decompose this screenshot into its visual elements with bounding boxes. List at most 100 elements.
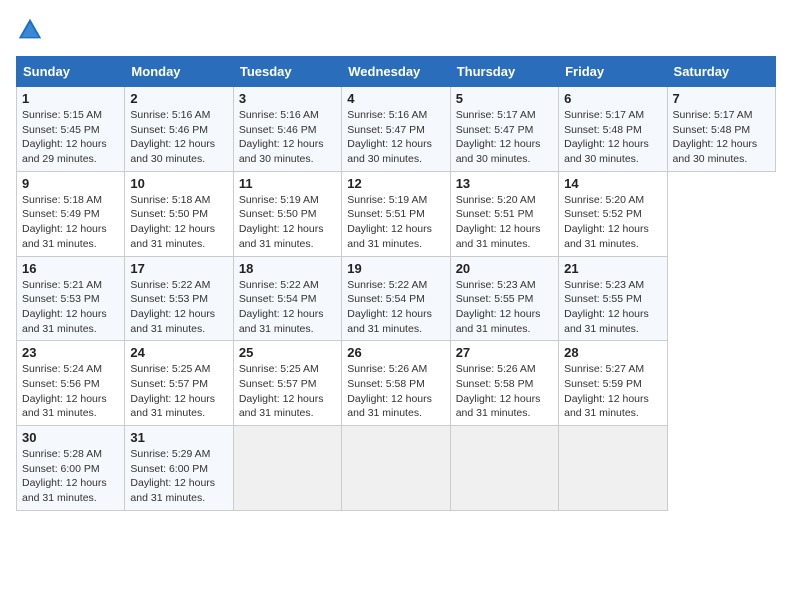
day-number: 23 (22, 345, 119, 360)
day-number: 24 (130, 345, 227, 360)
calendar-cell: 17 Sunrise: 5:22 AMSunset: 5:53 PMDayligh… (125, 256, 233, 341)
day-header-friday: Friday (559, 57, 667, 87)
day-detail: Sunrise: 5:21 AMSunset: 5:53 PMDaylight:… (22, 278, 119, 337)
day-detail: Sunrise: 5:22 AMSunset: 5:54 PMDaylight:… (347, 278, 444, 337)
calendar-header-row: SundayMondayTuesdayWednesdayThursdayFrid… (17, 57, 776, 87)
day-number: 26 (347, 345, 444, 360)
day-number: 16 (22, 261, 119, 276)
calendar-week-1: 1 Sunrise: 5:15 AMSunset: 5:45 PMDaylight… (17, 87, 776, 172)
page-header (16, 16, 776, 44)
day-number: 18 (239, 261, 336, 276)
calendar-cell: 10 Sunrise: 5:18 AMSunset: 5:50 PMDayligh… (125, 171, 233, 256)
day-detail: Sunrise: 5:26 AMSunset: 5:58 PMDaylight:… (347, 362, 444, 421)
day-number: 28 (564, 345, 661, 360)
calendar-cell (233, 426, 341, 511)
day-detail: Sunrise: 5:26 AMSunset: 5:58 PMDaylight:… (456, 362, 553, 421)
calendar-week-3: 16 Sunrise: 5:21 AMSunset: 5:53 PMDayligh… (17, 256, 776, 341)
day-number: 10 (130, 176, 227, 191)
day-number: 25 (239, 345, 336, 360)
day-detail: Sunrise: 5:16 AMSunset: 5:46 PMDaylight:… (239, 108, 336, 167)
calendar-cell: 19 Sunrise: 5:22 AMSunset: 5:54 PMDayligh… (342, 256, 450, 341)
day-detail: Sunrise: 5:23 AMSunset: 5:55 PMDaylight:… (456, 278, 553, 337)
logo-icon (16, 16, 44, 44)
day-detail: Sunrise: 5:29 AMSunset: 6:00 PMDaylight:… (130, 447, 227, 506)
day-number: 31 (130, 430, 227, 445)
calendar-cell: 27 Sunrise: 5:26 AMSunset: 5:58 PMDayligh… (450, 341, 558, 426)
day-number: 2 (130, 91, 227, 106)
day-detail: Sunrise: 5:17 AMSunset: 5:47 PMDaylight:… (456, 108, 553, 167)
day-number: 3 (239, 91, 336, 106)
day-detail: Sunrise: 5:22 AMSunset: 5:53 PMDaylight:… (130, 278, 227, 337)
day-detail: Sunrise: 5:16 AMSunset: 5:47 PMDaylight:… (347, 108, 444, 167)
day-detail: Sunrise: 5:17 AMSunset: 5:48 PMDaylight:… (564, 108, 661, 167)
day-detail: Sunrise: 5:27 AMSunset: 5:59 PMDaylight:… (564, 362, 661, 421)
calendar-week-4: 23 Sunrise: 5:24 AMSunset: 5:56 PMDayligh… (17, 341, 776, 426)
day-number: 14 (564, 176, 661, 191)
day-detail: Sunrise: 5:25 AMSunset: 5:57 PMDaylight:… (239, 362, 336, 421)
day-detail: Sunrise: 5:18 AMSunset: 5:49 PMDaylight:… (22, 193, 119, 252)
day-detail: Sunrise: 5:20 AMSunset: 5:52 PMDaylight:… (564, 193, 661, 252)
calendar-cell: 24 Sunrise: 5:25 AMSunset: 5:57 PMDayligh… (125, 341, 233, 426)
calendar-week-2: 9 Sunrise: 5:18 AMSunset: 5:49 PMDaylight… (17, 171, 776, 256)
day-number: 6 (564, 91, 661, 106)
calendar-cell: 7 Sunrise: 5:17 AMSunset: 5:48 PMDaylight… (667, 87, 775, 172)
calendar-cell: 23 Sunrise: 5:24 AMSunset: 5:56 PMDayligh… (17, 341, 125, 426)
day-number: 30 (22, 430, 119, 445)
calendar-cell: 5 Sunrise: 5:17 AMSunset: 5:47 PMDaylight… (450, 87, 558, 172)
calendar-cell: 3 Sunrise: 5:16 AMSunset: 5:46 PMDaylight… (233, 87, 341, 172)
day-header-tuesday: Tuesday (233, 57, 341, 87)
day-detail: Sunrise: 5:19 AMSunset: 5:51 PMDaylight:… (347, 193, 444, 252)
day-number: 27 (456, 345, 553, 360)
day-header-monday: Monday (125, 57, 233, 87)
calendar-cell: 25 Sunrise: 5:25 AMSunset: 5:57 PMDayligh… (233, 341, 341, 426)
calendar-cell: 28 Sunrise: 5:27 AMSunset: 5:59 PMDayligh… (559, 341, 667, 426)
calendar-cell: 9 Sunrise: 5:18 AMSunset: 5:49 PMDaylight… (17, 171, 125, 256)
day-detail: Sunrise: 5:18 AMSunset: 5:50 PMDaylight:… (130, 193, 227, 252)
calendar-cell: 11 Sunrise: 5:19 AMSunset: 5:50 PMDayligh… (233, 171, 341, 256)
calendar-cell (342, 426, 450, 511)
calendar-cell: 30 Sunrise: 5:28 AMSunset: 6:00 PMDayligh… (17, 426, 125, 511)
day-number: 4 (347, 91, 444, 106)
day-number: 21 (564, 261, 661, 276)
calendar-cell: 26 Sunrise: 5:26 AMSunset: 5:58 PMDayligh… (342, 341, 450, 426)
day-number: 5 (456, 91, 553, 106)
calendar-cell: 21 Sunrise: 5:23 AMSunset: 5:55 PMDayligh… (559, 256, 667, 341)
calendar-cell: 1 Sunrise: 5:15 AMSunset: 5:45 PMDaylight… (17, 87, 125, 172)
logo (16, 16, 50, 44)
day-number: 9 (22, 176, 119, 191)
calendar-table: SundayMondayTuesdayWednesdayThursdayFrid… (16, 56, 776, 511)
day-detail: Sunrise: 5:22 AMSunset: 5:54 PMDaylight:… (239, 278, 336, 337)
day-detail: Sunrise: 5:24 AMSunset: 5:56 PMDaylight:… (22, 362, 119, 421)
calendar-cell: 12Sunrise: 5:19 AMSunset: 5:51 PMDayligh… (342, 171, 450, 256)
day-header-sunday: Sunday (17, 57, 125, 87)
calendar-cell: 2 Sunrise: 5:16 AMSunset: 5:46 PMDaylight… (125, 87, 233, 172)
calendar-cell: 13Sunrise: 5:20 AMSunset: 5:51 PMDayligh… (450, 171, 558, 256)
day-detail: Sunrise: 5:15 AMSunset: 5:45 PMDaylight:… (22, 108, 119, 167)
day-number: 1 (22, 91, 119, 106)
day-header-wednesday: Wednesday (342, 57, 450, 87)
day-detail: Sunrise: 5:23 AMSunset: 5:55 PMDaylight:… (564, 278, 661, 337)
day-number: 20 (456, 261, 553, 276)
calendar-cell (559, 426, 667, 511)
day-header-thursday: Thursday (450, 57, 558, 87)
day-header-saturday: Saturday (667, 57, 775, 87)
calendar-cell: 16 Sunrise: 5:21 AMSunset: 5:53 PMDayligh… (17, 256, 125, 341)
day-number: 19 (347, 261, 444, 276)
day-detail: Sunrise: 5:17 AMSunset: 5:48 PMDaylight:… (673, 108, 770, 167)
day-number: 11 (239, 176, 336, 191)
day-detail: Sunrise: 5:28 AMSunset: 6:00 PMDaylight:… (22, 447, 119, 506)
calendar-cell: 6 Sunrise: 5:17 AMSunset: 5:48 PMDaylight… (559, 87, 667, 172)
day-number: 17 (130, 261, 227, 276)
day-detail: Sunrise: 5:20 AMSunset: 5:51 PMDaylight:… (456, 193, 553, 252)
calendar-week-5: 30 Sunrise: 5:28 AMSunset: 6:00 PMDayligh… (17, 426, 776, 511)
calendar-cell (450, 426, 558, 511)
day-detail: Sunrise: 5:19 AMSunset: 5:50 PMDaylight:… (239, 193, 336, 252)
day-number: 7 (673, 91, 770, 106)
day-detail: Sunrise: 5:25 AMSunset: 5:57 PMDaylight:… (130, 362, 227, 421)
day-detail: Sunrise: 5:16 AMSunset: 5:46 PMDaylight:… (130, 108, 227, 167)
calendar-cell: 14 Sunrise: 5:20 AMSunset: 5:52 PMDayligh… (559, 171, 667, 256)
calendar-cell: 31 Sunrise: 5:29 AMSunset: 6:00 PMDayligh… (125, 426, 233, 511)
calendar-cell: 18 Sunrise: 5:22 AMSunset: 5:54 PMDayligh… (233, 256, 341, 341)
calendar-cell: 20 Sunrise: 5:23 AMSunset: 5:55 PMDayligh… (450, 256, 558, 341)
calendar-cell: 4 Sunrise: 5:16 AMSunset: 5:47 PMDaylight… (342, 87, 450, 172)
